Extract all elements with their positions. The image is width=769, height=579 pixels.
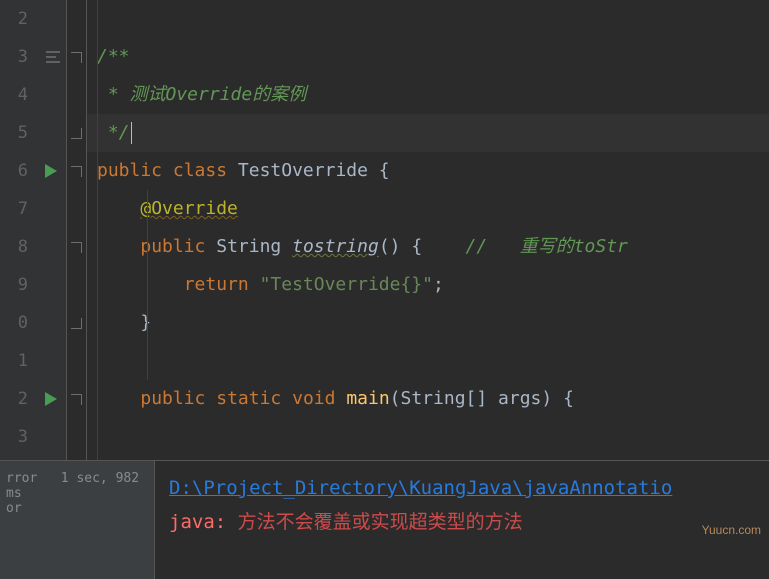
line-number: 3	[0, 418, 28, 456]
build-status-text: rror	[6, 471, 37, 486]
method-name-error: tostring	[292, 236, 379, 257]
code-line[interactable]: return "TestOverride{}";	[87, 266, 769, 304]
fold-toggle-icon[interactable]	[71, 242, 82, 253]
error-file-link[interactable]: D:\Project_Directory\KuangJava\javaAnnot…	[169, 477, 672, 499]
line-number: 5	[0, 114, 28, 152]
line-number-gutter: 2 3 4 5 6 7 8 9 0 1 2 3	[0, 0, 36, 460]
fold-toggle-icon[interactable]	[71, 166, 82, 177]
line-number: 0	[0, 304, 28, 342]
build-status-area: rror 1 sec, 982 ms or	[0, 461, 155, 579]
fold-toggle-icon[interactable]	[71, 318, 82, 329]
code-line[interactable]: public static void main(String[] args) {	[87, 380, 769, 418]
code-line[interactable]: /**	[87, 38, 769, 76]
build-output-panel: rror 1 sec, 982 ms or D:\Project_Directo…	[0, 460, 769, 579]
editor-area: 2 3 4 5 6 7 8 9 0 1 2 3	[0, 0, 769, 460]
line-number: 4	[0, 76, 28, 114]
run-class-icon[interactable]	[45, 164, 57, 178]
line-number: 7	[0, 190, 28, 228]
code-line[interactable]: public String tostring() { // 重写的toStr	[87, 228, 769, 266]
javadoc-comment: * 测试Override的案例	[97, 84, 306, 105]
text-caret	[131, 122, 132, 144]
override-annotation: @Override	[140, 198, 238, 219]
line-number: 8	[0, 228, 28, 266]
line-number: 3	[0, 38, 28, 76]
fold-gutter	[66, 0, 86, 460]
code-editor[interactable]: /** * 测试Override的案例 */ public class Test…	[86, 0, 769, 460]
code-line-current[interactable]: */	[87, 114, 769, 152]
fold-toggle-icon[interactable]	[71, 52, 82, 63]
javadoc-comment: */	[97, 122, 130, 143]
line-number: 6	[0, 152, 28, 190]
error-source: java:	[169, 511, 238, 533]
line-number: 9	[0, 266, 28, 304]
fold-toggle-icon[interactable]	[71, 394, 82, 405]
code-line[interactable]: @Override	[87, 190, 769, 228]
code-line[interactable]	[87, 0, 769, 38]
line-number: 1	[0, 342, 28, 380]
javadoc-comment: /**	[97, 46, 130, 67]
code-line[interactable]: * 测试Override的案例	[87, 76, 769, 114]
run-main-icon[interactable]	[45, 392, 57, 406]
align-icon	[44, 38, 62, 76]
watermark: Yuucn.com	[702, 523, 761, 537]
code-line[interactable]: }	[87, 304, 769, 342]
build-status-text: or	[6, 501, 22, 516]
build-messages[interactable]: D:\Project_Directory\KuangJava\javaAnnot…	[155, 461, 769, 579]
line-number: 2	[0, 0, 28, 38]
fold-toggle-icon[interactable]	[71, 128, 82, 139]
code-line[interactable]: public class TestOverride {	[87, 152, 769, 190]
code-line[interactable]	[87, 418, 769, 456]
code-line[interactable]	[87, 342, 769, 380]
line-number: 2	[0, 380, 28, 418]
error-message: 方法不会覆盖或实现超类型的方法	[238, 511, 523, 533]
